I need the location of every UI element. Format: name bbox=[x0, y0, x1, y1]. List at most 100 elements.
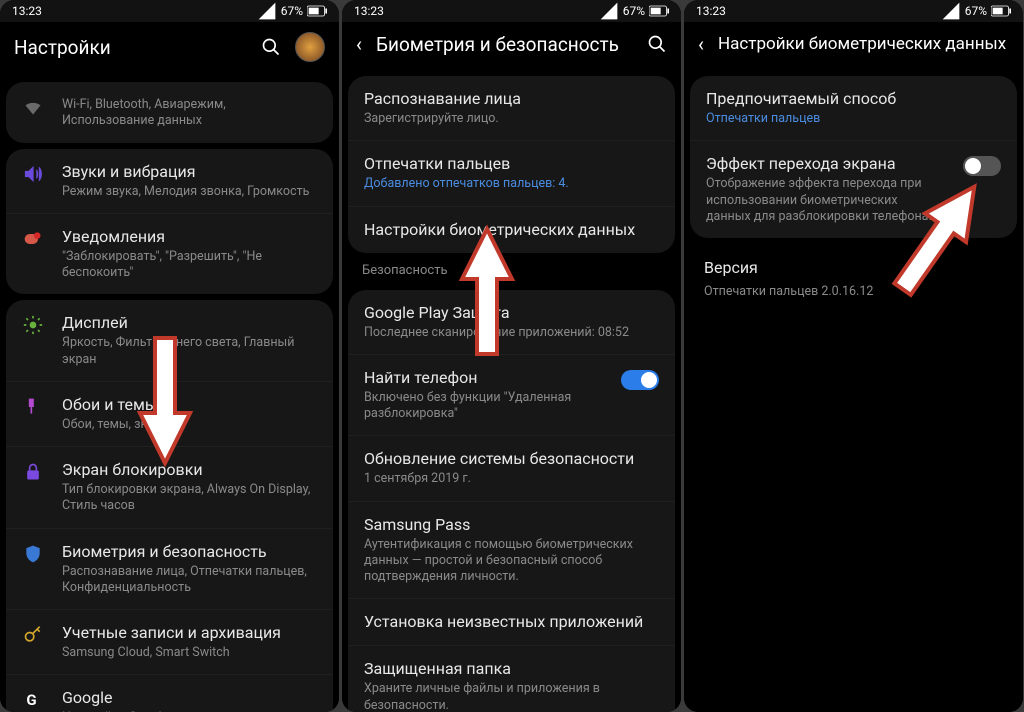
phone-screen-1: 13:23 67% Настройки Wi-Fi, Bluetooth, Ав… bbox=[0, 0, 339, 712]
item-sub: Тип блокировки экрана, Always On Display… bbox=[62, 482, 317, 515]
item-security-update[interactable]: Обновление системы безопасности 1 сентяб… bbox=[348, 435, 675, 500]
item-display[interactable]: Дисплей Яркость, Фильтр синего света, Гл… bbox=[6, 300, 333, 381]
wifi-icon bbox=[22, 95, 44, 117]
item-sub: Обои, темы, значки bbox=[62, 417, 317, 433]
item-sub: 1 сентября 2019 г. bbox=[364, 471, 659, 487]
item-biometrics[interactable]: Биометрия и безопасность Распознавание л… bbox=[6, 528, 333, 610]
item-fingerprints[interactable]: Отпечатки пальцев Добавлено отпечатков п… bbox=[348, 140, 675, 205]
group-display-etc: Дисплей Яркость, Фильтр синего света, Гл… bbox=[6, 300, 333, 712]
settings-list[interactable]: Распознавание лица Зарегистрируйте лицо.… bbox=[342, 70, 681, 712]
settings-list[interactable]: Wi-Fi, Bluetooth, Авиарежим, Использован… bbox=[0, 76, 339, 712]
item-title: Установка неизвестных приложений bbox=[364, 612, 659, 632]
item-sub: Wi-Fi, Bluetooth, Авиарежим, Использован… bbox=[62, 97, 317, 130]
phone-screen-3: 13:23 67% ‹ Настройки биометрических дан… bbox=[684, 0, 1023, 712]
shield-icon bbox=[22, 542, 44, 564]
signal-icon bbox=[257, 1, 277, 21]
item-wallpaper[interactable]: Обои и темы Обои, темы, значки bbox=[6, 381, 333, 446]
page-title: Настройки bbox=[14, 36, 247, 59]
back-button[interactable]: ‹ bbox=[356, 32, 362, 56]
item-title: Google Play Защита bbox=[364, 303, 659, 323]
item-title: Обои и темы bbox=[62, 395, 317, 415]
item-title: Найти телефон bbox=[364, 368, 603, 388]
speaker-icon bbox=[22, 162, 44, 184]
item-play-protect[interactable]: Google Play Защита Последнее сканировани… bbox=[348, 290, 675, 354]
item-title: Предпочитаемый способ bbox=[706, 89, 1001, 109]
item-title: Обновление системы безопасности bbox=[364, 449, 659, 469]
item-accounts[interactable]: Учетные записи и архивация Samsung Cloud… bbox=[6, 609, 333, 674]
status-right: 67% bbox=[941, 1, 1011, 21]
avatar[interactable] bbox=[295, 32, 325, 62]
group-security: Google Play Защита Последнее сканировани… bbox=[348, 290, 675, 712]
item-sub: Распознавание лица, Отпечатки пальцев, К… bbox=[62, 564, 317, 597]
status-time: 13:23 bbox=[354, 4, 384, 18]
item-biometric-settings[interactable]: Настройки биометрических данных bbox=[348, 206, 675, 253]
item-google[interactable]: G Google Настройки Google bbox=[6, 674, 333, 712]
status-right: 67% bbox=[599, 1, 669, 21]
header: ‹ Настройки биометрических данных bbox=[684, 22, 1023, 70]
item-preferred-method[interactable]: Предпочитаемый способ Отпечатки пальцев bbox=[690, 76, 1017, 140]
group-connections: Wi-Fi, Bluetooth, Авиарежим, Использован… bbox=[6, 82, 333, 143]
item-sub: Режим звука, Мелодия звонка, Громкость bbox=[62, 184, 317, 200]
item-secure-folder[interactable]: Защищенная папка Храните личные файлы и … bbox=[348, 645, 675, 712]
item-sub: Последнее сканирование приложений: 08:52 bbox=[364, 325, 659, 341]
version-block: Версия Отпечатки пальцев 2.0.16.12 bbox=[684, 244, 1023, 314]
svg-text:G: G bbox=[26, 691, 36, 709]
item-face[interactable]: Распознавание лица Зарегистрируйте лицо. bbox=[348, 76, 675, 140]
settings-list[interactable]: Предпочитаемый способ Отпечатки пальцев … bbox=[684, 70, 1023, 712]
battery-icon bbox=[649, 1, 669, 21]
group-biometrics: Распознавание лица Зарегистрируйте лицо.… bbox=[348, 76, 675, 253]
status-right: 67% bbox=[257, 1, 327, 21]
toggle-transition[interactable] bbox=[963, 156, 1001, 176]
item-connections[interactable]: Wi-Fi, Bluetooth, Авиарежим, Использован… bbox=[6, 82, 333, 143]
phone-screen-2: 13:23 67% ‹ Биометрия и безопасность Рас… bbox=[342, 0, 681, 712]
item-sub: Храните личные файлы и приложения в безо… bbox=[364, 681, 659, 712]
item-title: Samsung Pass bbox=[364, 515, 659, 535]
section-label: Безопасность bbox=[342, 259, 681, 284]
toggle-find-phone[interactable] bbox=[621, 370, 659, 390]
item-title: Версия bbox=[704, 258, 1003, 278]
item-title: Биометрия и безопасность bbox=[62, 542, 317, 562]
lock-icon bbox=[22, 460, 44, 482]
status-bar: 13:23 67% bbox=[0, 0, 339, 22]
item-title: Настройки биометрических данных bbox=[364, 220, 659, 240]
item-title: Звуки и вибрация bbox=[62, 162, 317, 182]
group-sound-notif: Звуки и вибрация Режим звука, Мелодия зв… bbox=[6, 149, 333, 295]
item-title: Уведомления bbox=[62, 227, 317, 247]
sun-icon bbox=[22, 313, 44, 335]
item-sub: "Заблокировать", "Разрешить", "Не беспок… bbox=[62, 249, 317, 282]
battery-pct: 67% bbox=[623, 4, 645, 18]
item-title: Экран блокировки bbox=[62, 460, 317, 480]
status-time: 13:23 bbox=[696, 4, 726, 18]
item-sub: Отпечатки пальцев 2.0.16.12 bbox=[704, 284, 1003, 300]
page-title: Биометрия и безопасность bbox=[376, 33, 633, 56]
item-find-phone[interactable]: Найти телефон Включено без функции "Удал… bbox=[348, 354, 675, 436]
battery-icon bbox=[307, 1, 327, 21]
item-unknown-apps[interactable]: Установка неизвестных приложений bbox=[348, 598, 675, 645]
battery-icon bbox=[991, 1, 1011, 21]
item-sub: Samsung Cloud, Smart Switch bbox=[62, 645, 317, 661]
search-icon[interactable] bbox=[647, 34, 667, 54]
item-title: Учетные записи и архивация bbox=[62, 623, 317, 643]
back-button[interactable]: ‹ bbox=[698, 32, 704, 56]
key-icon bbox=[22, 623, 44, 645]
item-title: Отпечатки пальцев bbox=[364, 154, 659, 174]
search-icon[interactable] bbox=[261, 37, 281, 57]
status-bar: 13:23 67% bbox=[684, 0, 1023, 22]
status-time: 13:23 bbox=[12, 4, 42, 18]
group-bio-prefs: Предпочитаемый способ Отпечатки пальцев … bbox=[690, 76, 1017, 238]
item-samsung-pass[interactable]: Samsung Pass Аутентификация с помощью би… bbox=[348, 501, 675, 599]
brush-icon bbox=[22, 395, 44, 417]
battery-pct: 67% bbox=[281, 4, 303, 18]
status-bar: 13:23 67% bbox=[342, 0, 681, 22]
item-sounds[interactable]: Звуки и вибрация Режим звука, Мелодия зв… bbox=[6, 149, 333, 213]
item-notifications[interactable]: Уведомления "Заблокировать", "Разрешить"… bbox=[6, 213, 333, 295]
header: ‹ Биометрия и безопасность bbox=[342, 22, 681, 70]
page-title: Настройки биометрических данных bbox=[718, 34, 1009, 54]
header: Настройки bbox=[0, 22, 339, 76]
item-sub: Отображение эффекта перехода при использ… bbox=[706, 176, 945, 225]
item-transition-effect[interactable]: Эффект перехода экрана Отображение эффек… bbox=[690, 140, 1017, 238]
item-title: Защищенная папка bbox=[364, 659, 659, 679]
item-lockscreen[interactable]: Экран блокировки Тип блокировки экрана, … bbox=[6, 446, 333, 528]
item-sub: Аутентификация с помощью биометрических … bbox=[364, 537, 659, 586]
item-title: Дисплей bbox=[62, 313, 317, 333]
